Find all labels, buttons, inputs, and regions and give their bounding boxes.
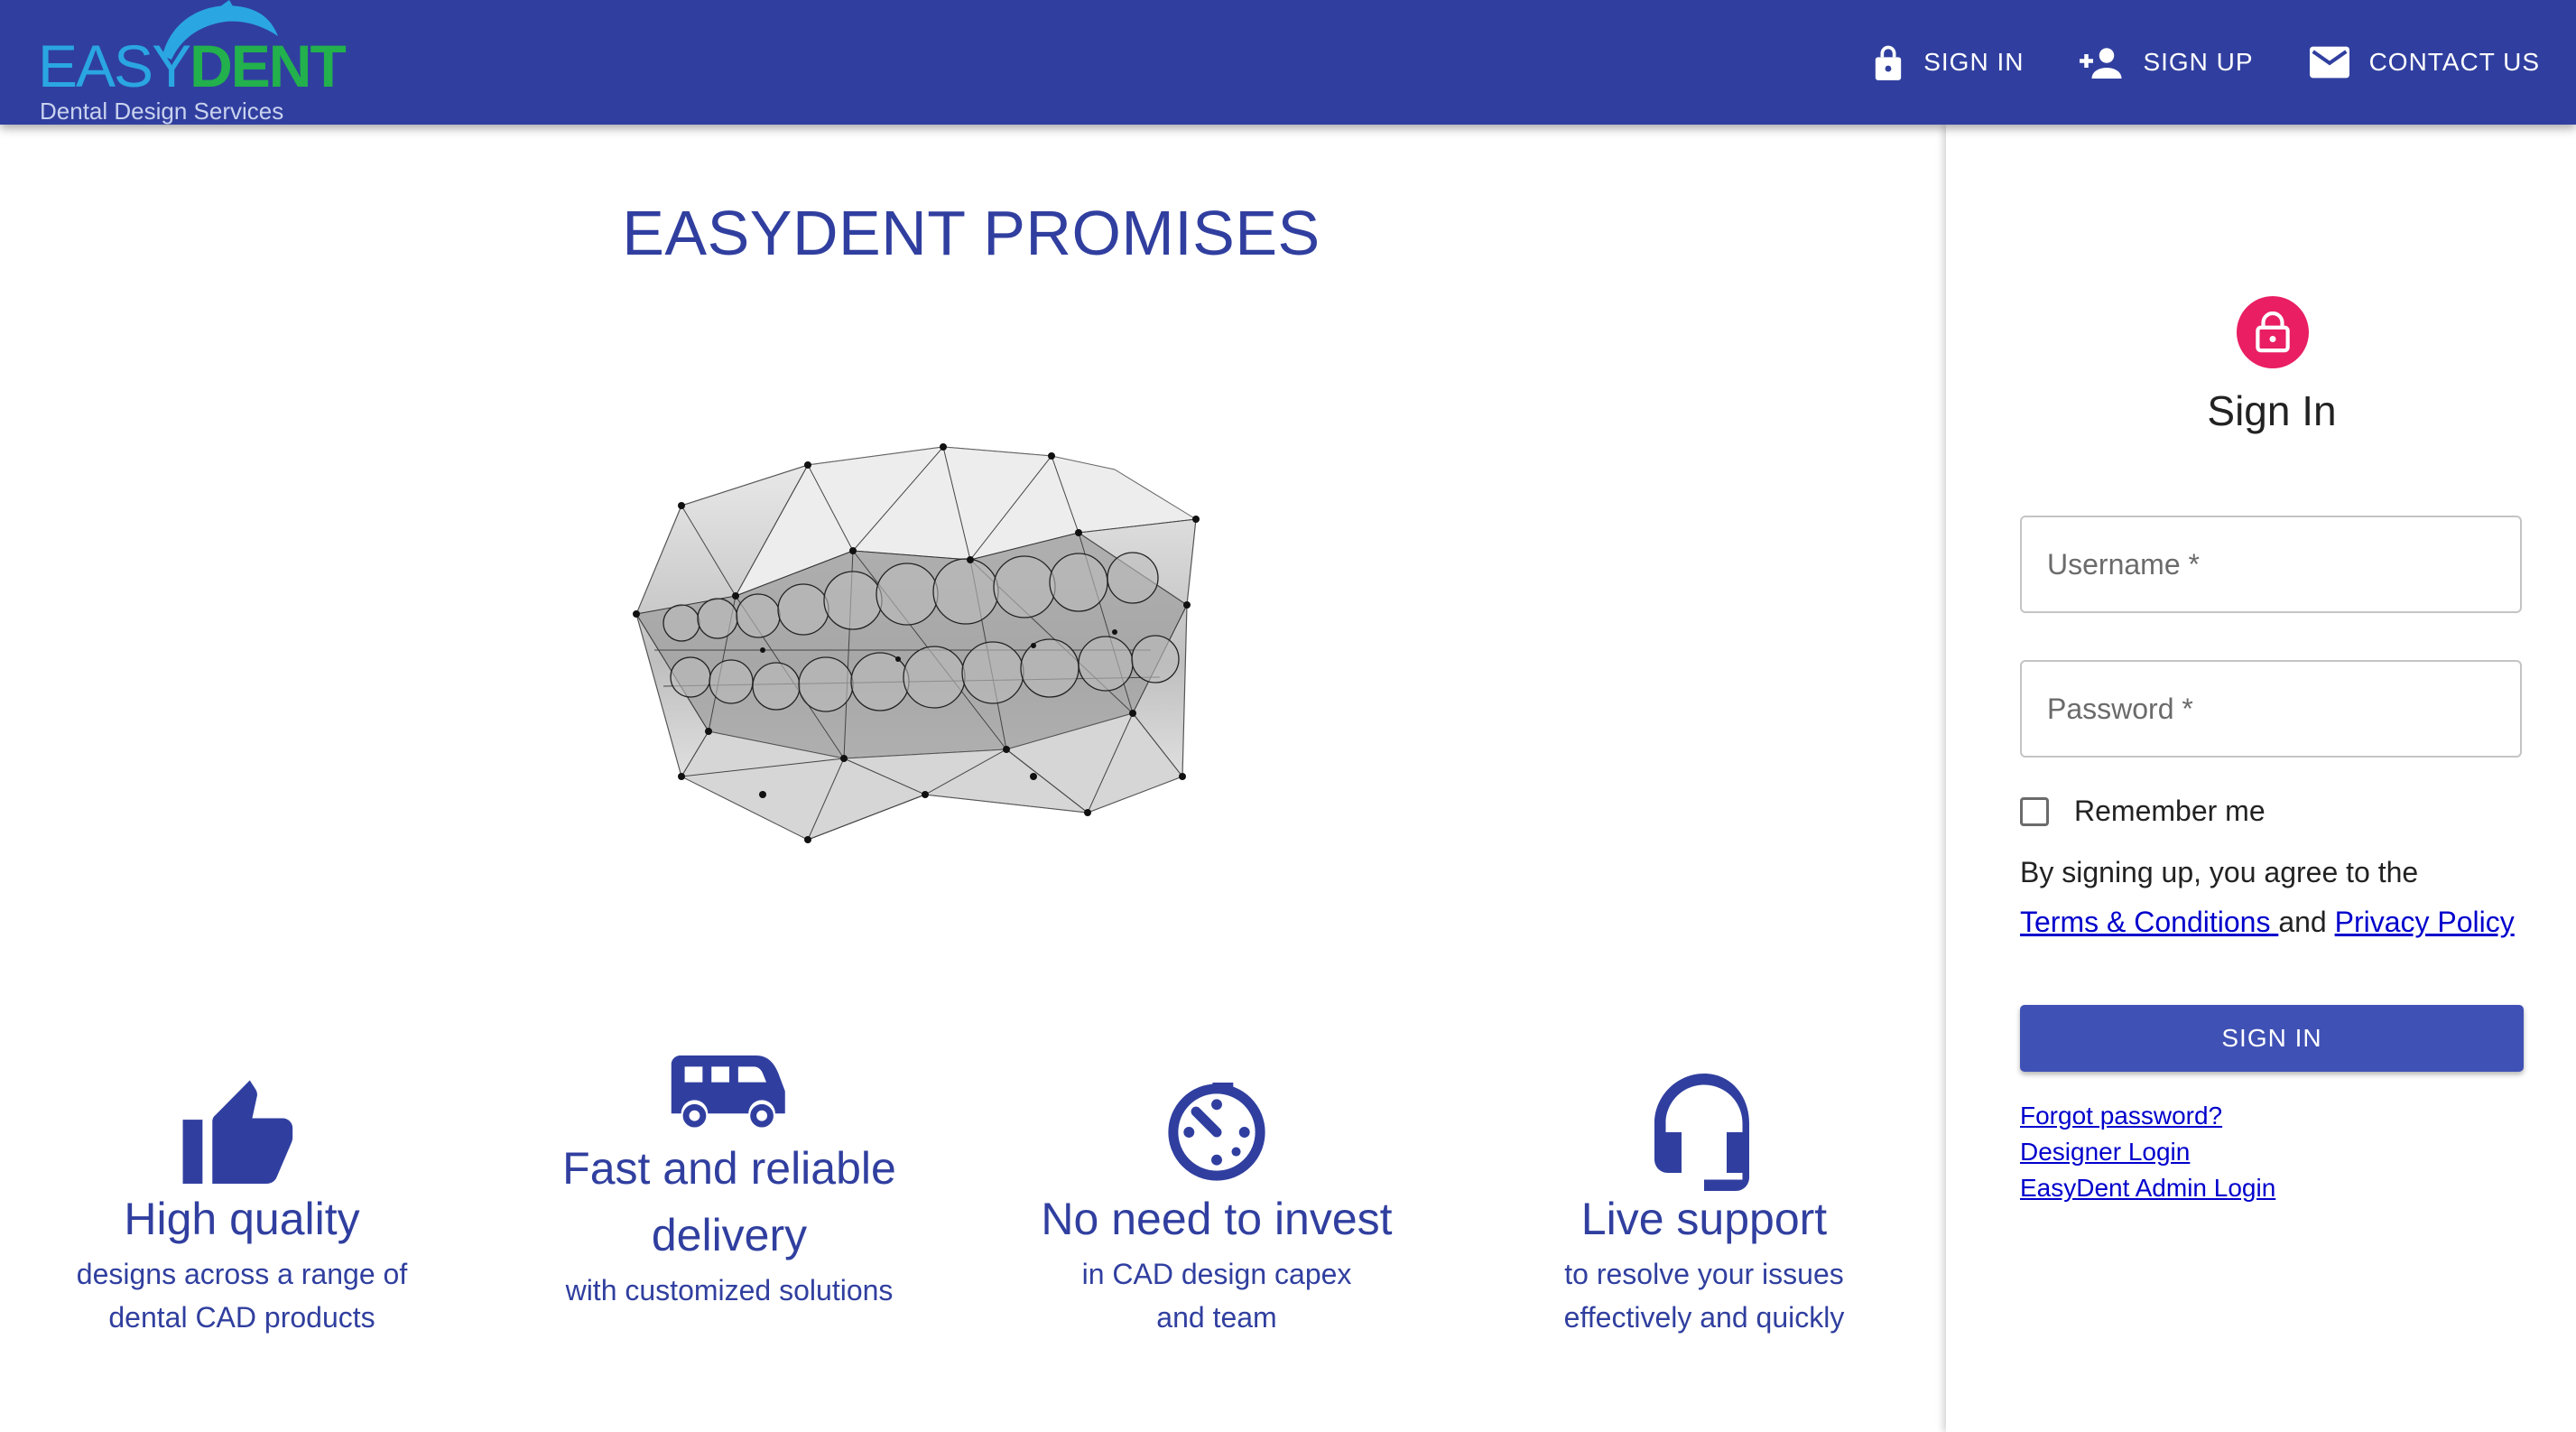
feature-no-invest: No need to invest in CAD design capex an… [982, 1059, 1451, 1339]
feature-title: No need to invest [1041, 1194, 1393, 1244]
username-input[interactable] [2022, 517, 2520, 611]
feature-title: Live support [1580, 1194, 1828, 1244]
admin-login-link[interactable]: EasyDent Admin Login [2020, 1174, 2275, 1202]
nav-sign-up-label: SIGN UP [2143, 48, 2254, 76]
top-nav: SIGN IN SIGN UP CONTACT US [1873, 0, 2540, 125]
feature-desc-line: to resolve your issues [1564, 1258, 1844, 1290]
remember-me-row: Remember me [2020, 795, 2266, 828]
sign-in-heading: Sign In [2207, 387, 2337, 434]
username-field [2020, 516, 2522, 613]
feature-fast-delivery: Fast and reliable delivery with customiz… [495, 1016, 964, 1312]
nav-contact-us-label: CONTACT US [2368, 48, 2540, 76]
van-icon [671, 1055, 785, 1128]
password-field [2020, 660, 2522, 758]
nav-sign-in-label: SIGN IN [1923, 48, 2025, 76]
avatar [2237, 296, 2309, 368]
agreement-links: Terms & Conditions and Privacy Policy [2020, 906, 2515, 939]
app-bar: EASYDENT Dental Design Services SIGN IN … [0, 0, 2576, 125]
remember-me-checkbox[interactable] [2020, 796, 2049, 826]
and-text: and [2278, 906, 2335, 938]
feature-desc-line: designs across a range of [76, 1258, 408, 1290]
nav-sign-up-button[interactable]: SIGN UP [2080, 46, 2253, 79]
privacy-link[interactable]: Privacy Policy [2335, 906, 2515, 938]
agreement-text: By signing up, you agree to the [2020, 856, 2419, 888]
sign-in-panel: Sign In Remember me By signing up, you a… [1946, 125, 2576, 1432]
feature-title: delivery [651, 1210, 808, 1260]
feature-title: High quality [124, 1194, 360, 1244]
feature-desc-line: effectively and quickly [1563, 1301, 1845, 1334]
feature-desc-line: dental CAD products [108, 1301, 375, 1334]
feature-high-quality: High quality designs across a range of d… [7, 1059, 477, 1339]
sign-in-button[interactable]: SIGN IN [2020, 1005, 2524, 1072]
feature-live-support: Live support to resolve your issues effe… [1469, 1059, 1939, 1339]
auth-links: Forgot password? Designer Login EasyDent… [2020, 1098, 2275, 1206]
lock-outline-icon [2256, 312, 2290, 353]
designer-login-link[interactable]: Designer Login [2020, 1138, 2190, 1166]
headset-icon [1654, 1074, 1749, 1191]
timer-off-icon [1168, 1083, 1265, 1181]
nav-sign-in-button[interactable]: SIGN IN [1873, 42, 2024, 82]
feature-desc-line: with customized solutions [565, 1274, 894, 1306]
password-input[interactable] [2022, 662, 2520, 756]
person-add-icon [2080, 48, 2122, 79]
feature-desc-line: and team [1156, 1301, 1277, 1334]
nav-contact-us-button[interactable]: CONTACT US [2309, 46, 2540, 79]
features-row: High quality designs across a range of d… [0, 1055, 1946, 1420]
feature-title: Fast and reliable [562, 1143, 896, 1194]
easydent-logo[interactable]: EASYDENT Dental Design Services [36, 0, 347, 125]
terms-link[interactable]: Terms & Conditions [2020, 906, 2278, 938]
remember-me-label: Remember me [2074, 795, 2266, 827]
lock-icon [1876, 45, 1902, 80]
dental-wireframe-image [633, 443, 1200, 843]
logo-tagline: Dental Design Services [40, 98, 284, 125]
feature-desc-line: in CAD design capex [1081, 1258, 1352, 1290]
logo-wordmark: EASYDENT [38, 33, 347, 99]
mail-icon [2309, 46, 2349, 79]
promises-section: EASYDENT PROMISES High quality designs a… [0, 125, 1946, 1432]
forgot-password-link[interactable]: Forgot password? [2020, 1102, 2222, 1130]
thumbs-up-icon [182, 1080, 293, 1184]
page-title: EASYDENT PROMISES [622, 198, 1320, 268]
